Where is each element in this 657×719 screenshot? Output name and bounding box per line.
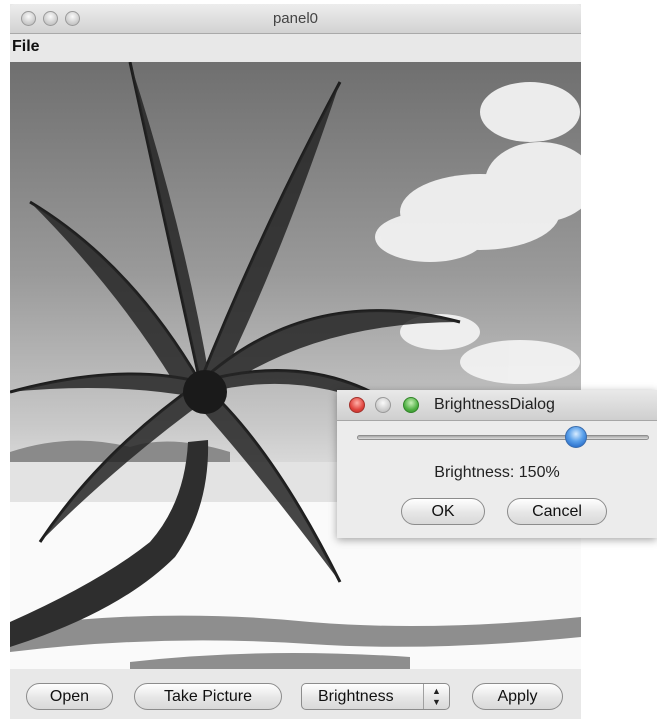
dialog-title: BrightnessDialog xyxy=(434,396,555,413)
dialog-zoom-button[interactable] xyxy=(403,397,419,413)
brightness-dialog: BrightnessDialog Brightness: 150% OK Can… xyxy=(337,390,657,538)
bottom-toolbar: Open Take Picture Brightness ▲ ▼ Apply xyxy=(10,670,581,719)
filter-select[interactable]: Brightness ▲ ▼ xyxy=(301,683,450,710)
up-down-arrows-icon: ▲ ▼ xyxy=(423,684,449,709)
ok-button[interactable]: OK xyxy=(401,498,485,525)
filter-select-value: Brightness xyxy=(318,688,394,705)
main-window: panel0 File Open Take Picture Brightness… xyxy=(10,4,581,719)
dialog-close-button[interactable] xyxy=(349,397,365,413)
slider-thumb[interactable] xyxy=(564,426,587,448)
brightness-slider[interactable] xyxy=(357,426,649,448)
menu-file[interactable]: File xyxy=(12,38,40,56)
take-picture-button[interactable]: Take Picture xyxy=(134,683,282,710)
photo-palm-tree xyxy=(10,62,581,669)
title-bar[interactable]: panel0 xyxy=(10,4,581,34)
open-button[interactable]: Open xyxy=(26,683,113,710)
menu-bar: File xyxy=(10,34,581,61)
window-title: panel0 xyxy=(272,10,319,27)
apply-button[interactable]: Apply xyxy=(472,683,563,710)
dialog-title-bar[interactable]: BrightnessDialog xyxy=(337,390,657,421)
brightness-value-label: Brightness: 150% xyxy=(434,464,560,481)
dialog-minimize-button[interactable] xyxy=(375,397,391,413)
palm-tree-image xyxy=(10,62,581,669)
cancel-button[interactable]: Cancel xyxy=(507,498,607,525)
